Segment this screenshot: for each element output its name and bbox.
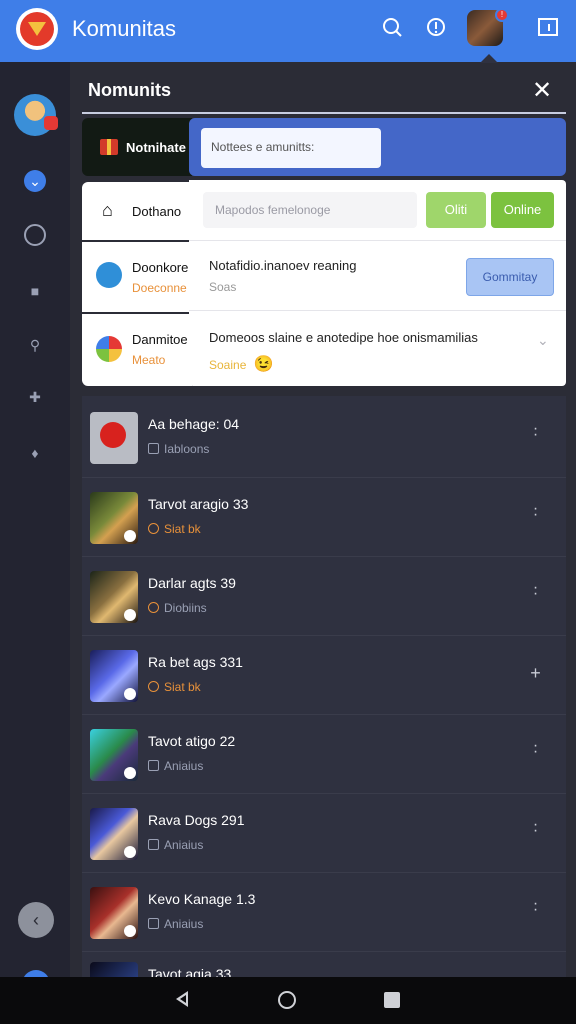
row-title: Tavot atigo 22: [148, 733, 236, 749]
avatar: [96, 262, 122, 288]
thumbnail: [90, 962, 138, 977]
row-title: Tarvot aragio 33: [148, 496, 249, 512]
notification-text: Domeoos slaine e anotedipe hoe onismamil…: [209, 330, 478, 345]
row-sub: Aniaius: [148, 917, 203, 931]
divider: [189, 240, 566, 241]
more-icon[interactable]: · ·: [528, 817, 542, 839]
gift-icon: [100, 139, 118, 155]
collapse-icon[interactable]: ‹: [18, 902, 54, 938]
search-icon[interactable]: [380, 16, 404, 40]
row-sub: Iabloons: [148, 442, 209, 456]
row-sub: Siat bk: [148, 522, 201, 536]
red-ball-icon: [100, 422, 126, 448]
row-title: Rava Dogs 291: [148, 812, 245, 828]
app-title: Komunitas: [72, 16, 176, 41]
sidebar-home-icon[interactable]: ⌄: [24, 170, 46, 192]
row-title: Darlar agts 39: [148, 575, 236, 591]
more-icon[interactable]: · ·: [528, 501, 542, 523]
list-item-label: Dothano: [132, 204, 182, 219]
recents-icon[interactable]: [384, 992, 400, 1008]
sidebar-compass-icon[interactable]: [24, 224, 46, 246]
sidebar: ⌄ ■ ⚲ ✚ ♦ ‹: [0, 62, 70, 984]
notification-sub-label: Soaine: [209, 358, 247, 372]
notification-strip-label: Notnihate: [126, 139, 186, 155]
row-sub: Diobiins: [148, 601, 207, 615]
thumbnail-badge: [124, 530, 136, 542]
sidebar-avatar-badge: [44, 116, 58, 130]
online-button[interactable]: Online: [491, 192, 554, 228]
back-icon-inner: [180, 995, 186, 1003]
panel-header: Nomunits ✕: [82, 70, 566, 114]
row-title: Ra bet ags 331: [148, 654, 243, 670]
table-row[interactable]: Ra bet ags 331 Siat bk +: [82, 635, 566, 713]
table-row[interactable]: Kevo Kanage 1.3 Aniaius · ·: [82, 872, 566, 950]
sidebar-chat-icon[interactable]: ■: [24, 280, 46, 302]
thumbnail-badge: [124, 846, 136, 858]
dropdown-caret: [480, 54, 498, 63]
dropdown-header: Nottees e amunitts:: [189, 118, 566, 176]
notification-sub: Soas: [209, 280, 237, 294]
row-sub: Aniaius: [148, 838, 203, 852]
notifications-dropdown: Nottees e amunitts: Mapodos femelonoge O…: [189, 118, 566, 386]
sidebar-key-icon[interactable]: ⚲: [24, 334, 46, 356]
thumbnail-badge: [124, 609, 136, 621]
list-item-label: Danmitoe: [132, 332, 188, 347]
thumbnail-badge: [124, 925, 136, 937]
home-button-icon[interactable]: [278, 991, 296, 1009]
home-icon: ⌂: [102, 200, 113, 220]
list-item-sub: Meato: [132, 353, 166, 367]
row-sub: Aniaius: [148, 759, 203, 773]
table-row[interactable]: Aa behage: 04 Iabloons · ·: [82, 398, 566, 476]
row-title: Aa behage: 04: [148, 416, 240, 432]
colorful-app-icon: [96, 336, 122, 362]
dropdown-header-input[interactable]: Nottees e amunitts:: [201, 128, 381, 168]
notification-strip[interactable]: Notnihate: [82, 118, 192, 176]
list-item-sub: Doeconne: [132, 281, 187, 295]
more-icon[interactable]: · ·: [528, 896, 542, 918]
table-row[interactable]: Tarvot aragio 33 Siat bk · ·: [82, 477, 566, 555]
app-logo-icon[interactable]: [16, 8, 58, 50]
list-item-label: Doonkore: [132, 260, 189, 275]
more-icon[interactable]: · ·: [528, 421, 542, 443]
list-item[interactable]: Danmitoe Meato: [82, 314, 192, 386]
thumbnail: [90, 412, 138, 464]
sidebar-puzzle-icon[interactable]: ✚: [24, 386, 46, 408]
row-title: Tavot agia 33: [148, 966, 232, 977]
notification-text: Notafidio.inanoev reaning: [209, 258, 357, 273]
table-row[interactable]: Rava Dogs 291 Aniaius · ·: [82, 793, 566, 871]
list-item[interactable]: ⌂ Dothano: [82, 182, 192, 240]
top-app-bar: Komunitas !: [0, 0, 576, 62]
row-title: Kevo Kanage 1.3: [148, 891, 256, 907]
sidebar-gamepad-icon[interactable]: ♦: [24, 442, 46, 464]
table-row[interactable]: Darlar agts 39 Diobiins · ·: [82, 556, 566, 634]
thumbnail-badge: [124, 767, 136, 779]
wink-emoji-icon: 😉: [253, 356, 274, 373]
more-icon[interactable]: · ·: [528, 738, 542, 760]
chevron-down-icon[interactable]: ⌄: [537, 332, 549, 349]
search-input[interactable]: Mapodos femelonoge: [203, 192, 417, 228]
notification-sub: Soaine 😉: [209, 354, 274, 374]
oliti-button[interactable]: Oliti: [426, 192, 486, 228]
info-icon[interactable]: [424, 16, 448, 40]
row-sub: Siat bk: [148, 680, 201, 694]
table-row[interactable]: Tavot agia 33: [82, 951, 566, 977]
table-row[interactable]: Tavot atigo 22 Aniaius · ·: [82, 714, 566, 792]
dropdown-body: Mapodos femelonoge Oliti Online Notafidi…: [189, 180, 566, 386]
menu-icon[interactable]: [536, 16, 560, 40]
more-icon[interactable]: · ·: [528, 580, 542, 602]
add-icon[interactable]: +: [528, 664, 542, 682]
list-item[interactable]: Doonkore Doeconne: [82, 242, 192, 312]
panel-title: Nomunits: [88, 80, 171, 100]
system-nav-bar: [0, 977, 576, 1024]
divider: [189, 310, 566, 311]
close-icon[interactable]: ✕: [532, 76, 552, 105]
community-button[interactable]: Gommitay: [466, 258, 554, 296]
notification-badge: !: [495, 8, 509, 22]
thumbnail-badge: [124, 688, 136, 700]
